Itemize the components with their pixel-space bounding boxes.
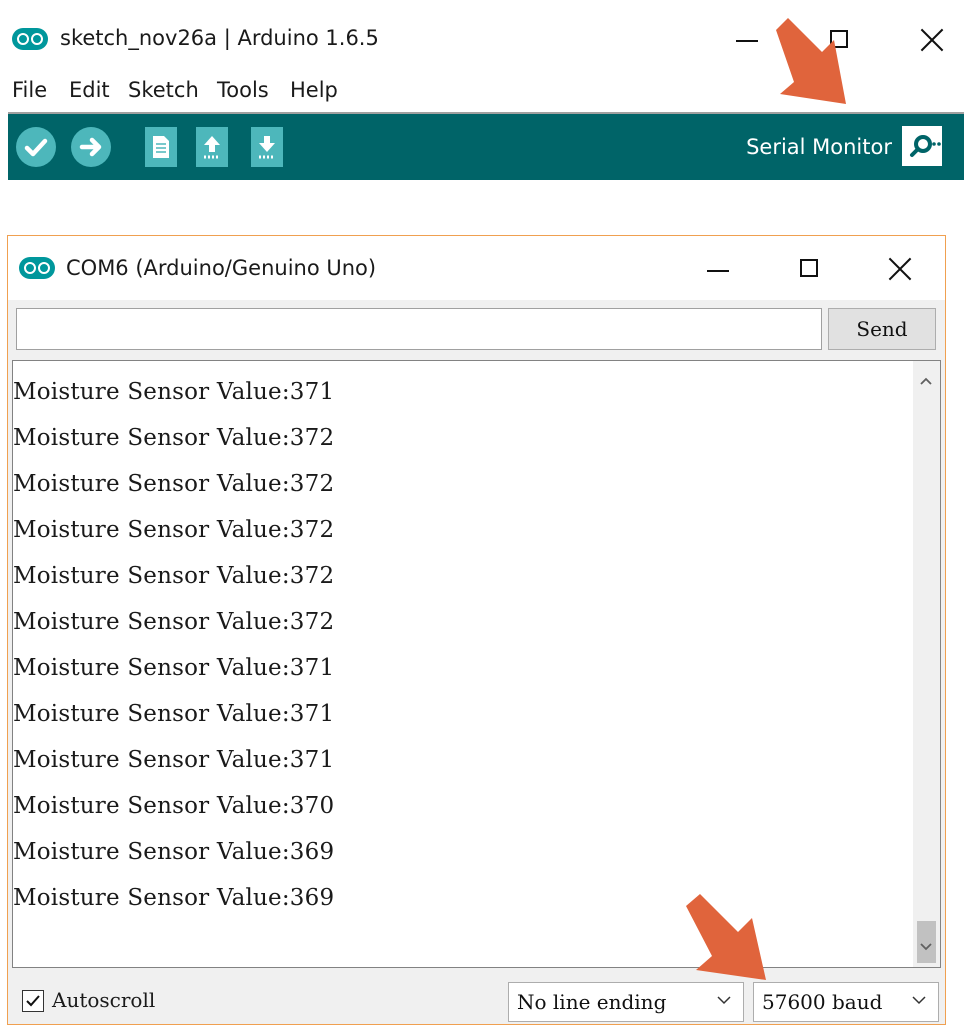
- menu-tools[interactable]: Tools: [217, 78, 269, 102]
- baud-rate-select[interactable]: 57600 baud: [753, 982, 939, 1022]
- output-line: Moisture Sensor Value:370: [13, 793, 335, 819]
- vertical-scrollbar[interactable]: [913, 361, 940, 967]
- new-sketch-button[interactable]: [145, 127, 177, 167]
- menu-help[interactable]: Help: [290, 78, 338, 102]
- menu-sketch[interactable]: Sketch: [128, 78, 199, 102]
- output-line: Moisture Sensor Value:371: [13, 701, 335, 727]
- output-line: Moisture Sensor Value:371: [13, 747, 335, 773]
- minimize-icon[interactable]: [736, 40, 758, 42]
- output-line: Moisture Sensor Value:369: [13, 885, 335, 911]
- open-sketch-button[interactable]: [196, 127, 228, 167]
- chevron-down-icon: [912, 996, 926, 1005]
- send-button[interactable]: Send: [828, 308, 936, 350]
- serial-monitor-title: COM6 (Arduino/Genuino Uno): [66, 256, 377, 280]
- save-sketch-button[interactable]: [251, 127, 283, 167]
- menu-edit[interactable]: Edit: [69, 78, 110, 102]
- serial-monitor-window: COM6 (Arduino/Genuino Uno) Send Moisture…: [7, 235, 946, 1025]
- scroll-down-icon[interactable]: [918, 939, 934, 955]
- ide-toolbar: Serial Monitor: [8, 114, 964, 180]
- minimize-icon[interactable]: [707, 270, 729, 272]
- serial-input-field[interactable]: [16, 308, 822, 350]
- annotation-arrow-icon: [776, 18, 846, 104]
- output-line: Moisture Sensor Value:371: [13, 379, 335, 405]
- output-line: Moisture Sensor Value:372: [13, 563, 335, 589]
- output-line: Moisture Sensor Value:369: [13, 839, 335, 865]
- output-line: Moisture Sensor Value:371: [13, 655, 335, 681]
- verify-button[interactable]: [16, 127, 56, 167]
- output-line: Moisture Sensor Value:372: [13, 425, 335, 451]
- serial-monitor-button[interactable]: [902, 126, 942, 166]
- upload-arrow-icon: [79, 137, 102, 157]
- arduino-logo-icon: [12, 28, 48, 50]
- line-ending-value: No line ending: [517, 990, 667, 1014]
- line-ending-select[interactable]: No line ending: [508, 982, 744, 1022]
- serial-monitor-bottom-bar: Autoscroll No line ending 57600 baud: [8, 968, 945, 1024]
- baud-rate-value: 57600 baud: [762, 990, 883, 1014]
- output-line: Moisture Sensor Value:372: [13, 471, 335, 497]
- annotation-arrow-icon: [686, 894, 766, 980]
- verify-check-icon: [24, 138, 48, 157]
- output-line: Moisture Sensor Value:372: [13, 609, 335, 635]
- send-row: Send: [8, 300, 945, 360]
- open-file-icon: [204, 136, 220, 159]
- autoscroll-label: Autoscroll: [52, 988, 156, 1012]
- arduino-logo-icon: [19, 257, 55, 279]
- close-icon[interactable]: [920, 28, 944, 52]
- serial-monitor-label: Serial Monitor: [746, 135, 892, 159]
- serial-output-area[interactable]: Moisture Sensor Value:371 Moisture Senso…: [12, 360, 941, 968]
- chevron-down-icon: [717, 996, 731, 1005]
- upload-button[interactable]: [71, 127, 111, 167]
- serial-monitor-magnifier-icon: [910, 135, 941, 157]
- autoscroll-checkbox[interactable]: [22, 990, 44, 1012]
- checkmark-icon: [26, 995, 40, 1007]
- output-line: Moisture Sensor Value:372: [13, 517, 335, 543]
- save-file-icon: [259, 136, 275, 159]
- serial-output-lines: Moisture Sensor Value:371 Moisture Senso…: [13, 369, 908, 921]
- close-icon[interactable]: [888, 257, 912, 281]
- scroll-up-icon[interactable]: [918, 373, 934, 389]
- ide-window-title: sketch_nov26a | Arduino 1.6.5: [60, 26, 379, 50]
- maximize-icon[interactable]: [800, 259, 818, 277]
- menu-file[interactable]: File: [12, 78, 47, 102]
- serial-monitor-title-bar: COM6 (Arduino/Genuino Uno): [8, 236, 945, 300]
- new-file-icon: [153, 136, 169, 158]
